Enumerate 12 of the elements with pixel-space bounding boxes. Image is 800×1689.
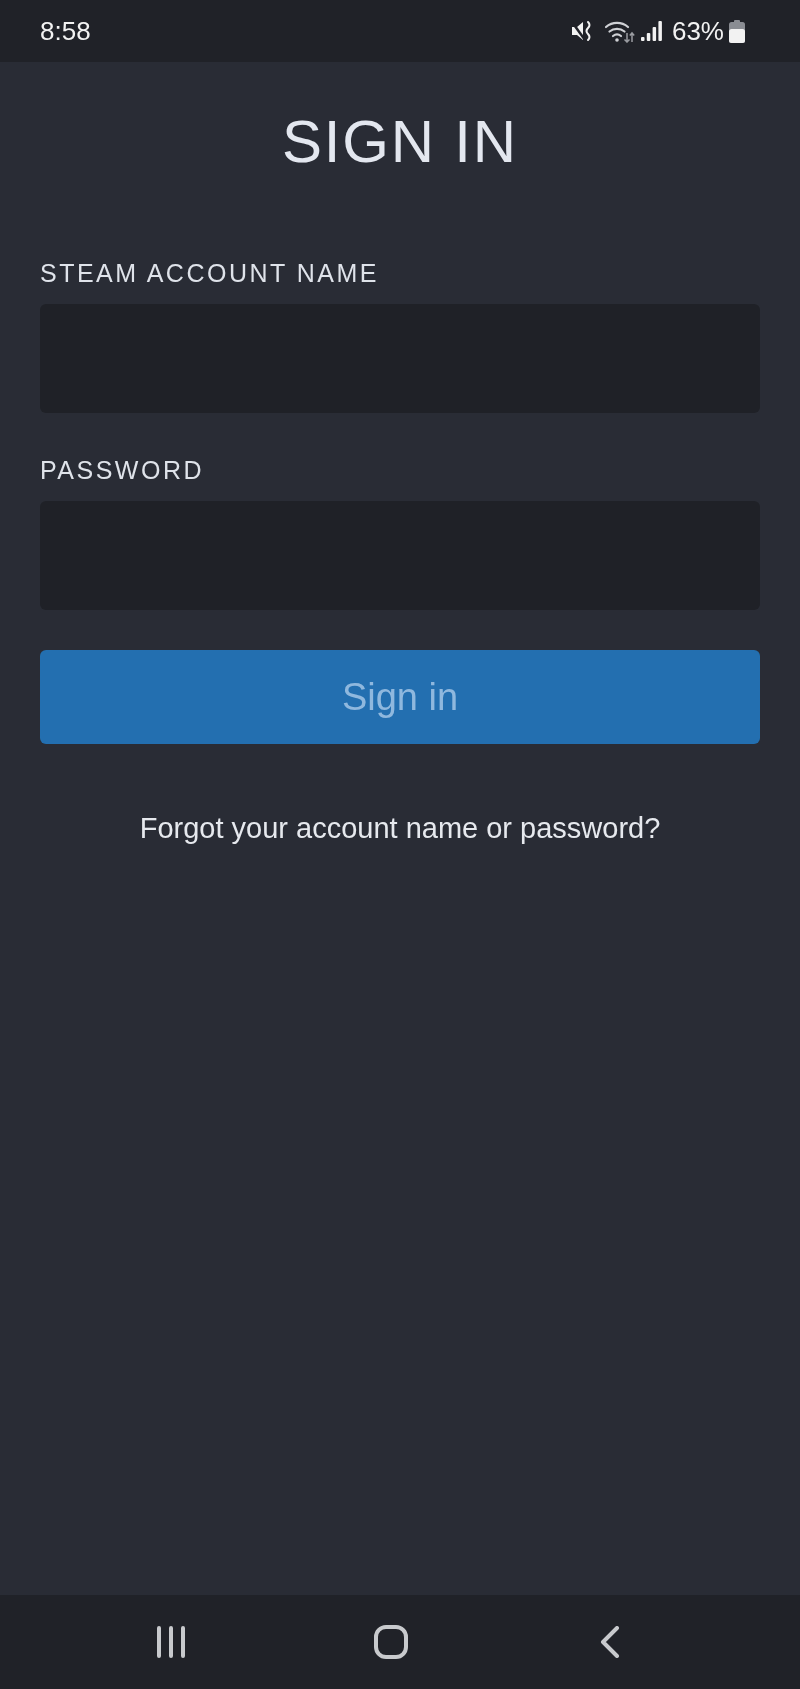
recent-apps-icon[interactable] [156,1626,186,1658]
field-label: PASSWORD [40,458,204,483]
battery-percentage: 63% [671,18,724,44]
battery-icon [729,19,745,43]
field-label: STEAM ACCOUNT NAME [40,261,380,286]
signal-bars-icon [640,21,662,41]
wifi-icon [604,19,635,43]
status-time: 8:58 [40,18,91,44]
forgot-password-link[interactable]: Forgot your account name or password? [139,814,661,843]
back-icon[interactable] [600,1626,620,1658]
page-title: SIGN IN [282,112,518,172]
home-icon[interactable] [374,1625,408,1659]
